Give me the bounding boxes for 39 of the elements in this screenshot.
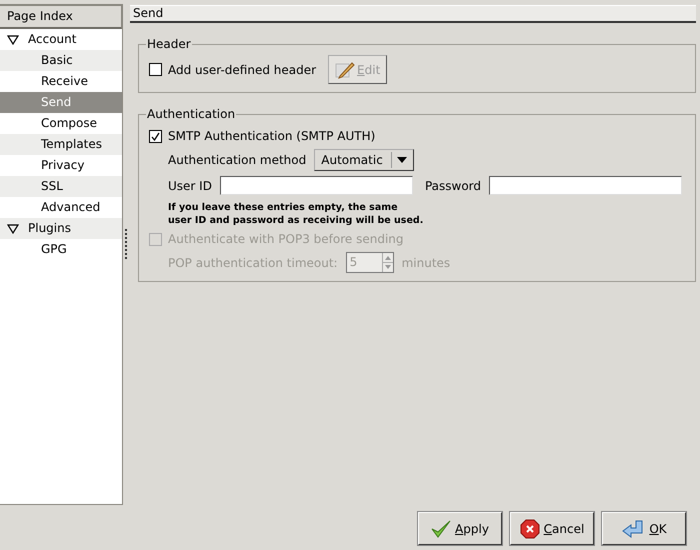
cancel-button[interactable]: Cancel — [510, 512, 594, 545]
tree-item[interactable]: GPG — [0, 239, 122, 260]
field-label: Password — [424, 178, 482, 192]
group-title: Header — [146, 37, 192, 51]
tree-item[interactable]: Receive — [0, 71, 122, 92]
password-field[interactable] — [489, 176, 682, 195]
group-title: Authentication — [146, 107, 236, 121]
stop-icon — [520, 518, 540, 538]
page-title: Send — [130, 5, 696, 23]
pencil-icon — [335, 60, 356, 78]
checkbox[interactable] — [149, 63, 162, 76]
column-header[interactable]: Page Index — [0, 5, 122, 29]
tree-item[interactable]: Account — [0, 29, 122, 50]
field-label: POP authentication timeout: — [168, 256, 338, 270]
pane-resize-handle[interactable] — [125, 229, 129, 259]
tree-item[interactable]: Basic — [0, 50, 122, 71]
apply-button[interactable]: Apply — [418, 512, 502, 545]
field-label: User ID — [168, 178, 212, 192]
checkmark-icon — [431, 520, 452, 538]
expander-icon[interactable] — [7, 224, 19, 234]
tree-item[interactable]: Templates — [0, 134, 122, 155]
checkbox-label: SMTP Authentication (SMTP AUTH) — [168, 129, 376, 143]
tree-item[interactable]: Advanced — [0, 197, 122, 218]
unit-label: minutes — [402, 256, 450, 270]
checkbox[interactable] — [149, 130, 162, 142]
expander-icon[interactable] — [7, 34, 19, 44]
tree-item[interactable]: Privacy — [0, 155, 122, 176]
dropdown-arrow-icon — [397, 157, 408, 163]
ok-button[interactable]: OK — [602, 512, 686, 545]
hint-text: If you leave these entries empty, the same user ID and password as receiving will be used. — [168, 201, 424, 227]
tree-item[interactable]: Plugins — [0, 218, 122, 239]
method-dropdown[interactable]: Automatic — [314, 149, 414, 171]
user-id-field[interactable] — [220, 176, 413, 195]
field-label: Authentication method — [168, 153, 306, 167]
tree-item[interactable]: Compose — [0, 113, 122, 134]
checkbox-label: Authenticate with POP3 before sending — [168, 232, 404, 246]
checkbox-label: Add user-defined header — [168, 62, 316, 76]
tree-item[interactable]: SSL — [0, 176, 122, 197]
return-arrow-icon — [621, 520, 646, 538]
